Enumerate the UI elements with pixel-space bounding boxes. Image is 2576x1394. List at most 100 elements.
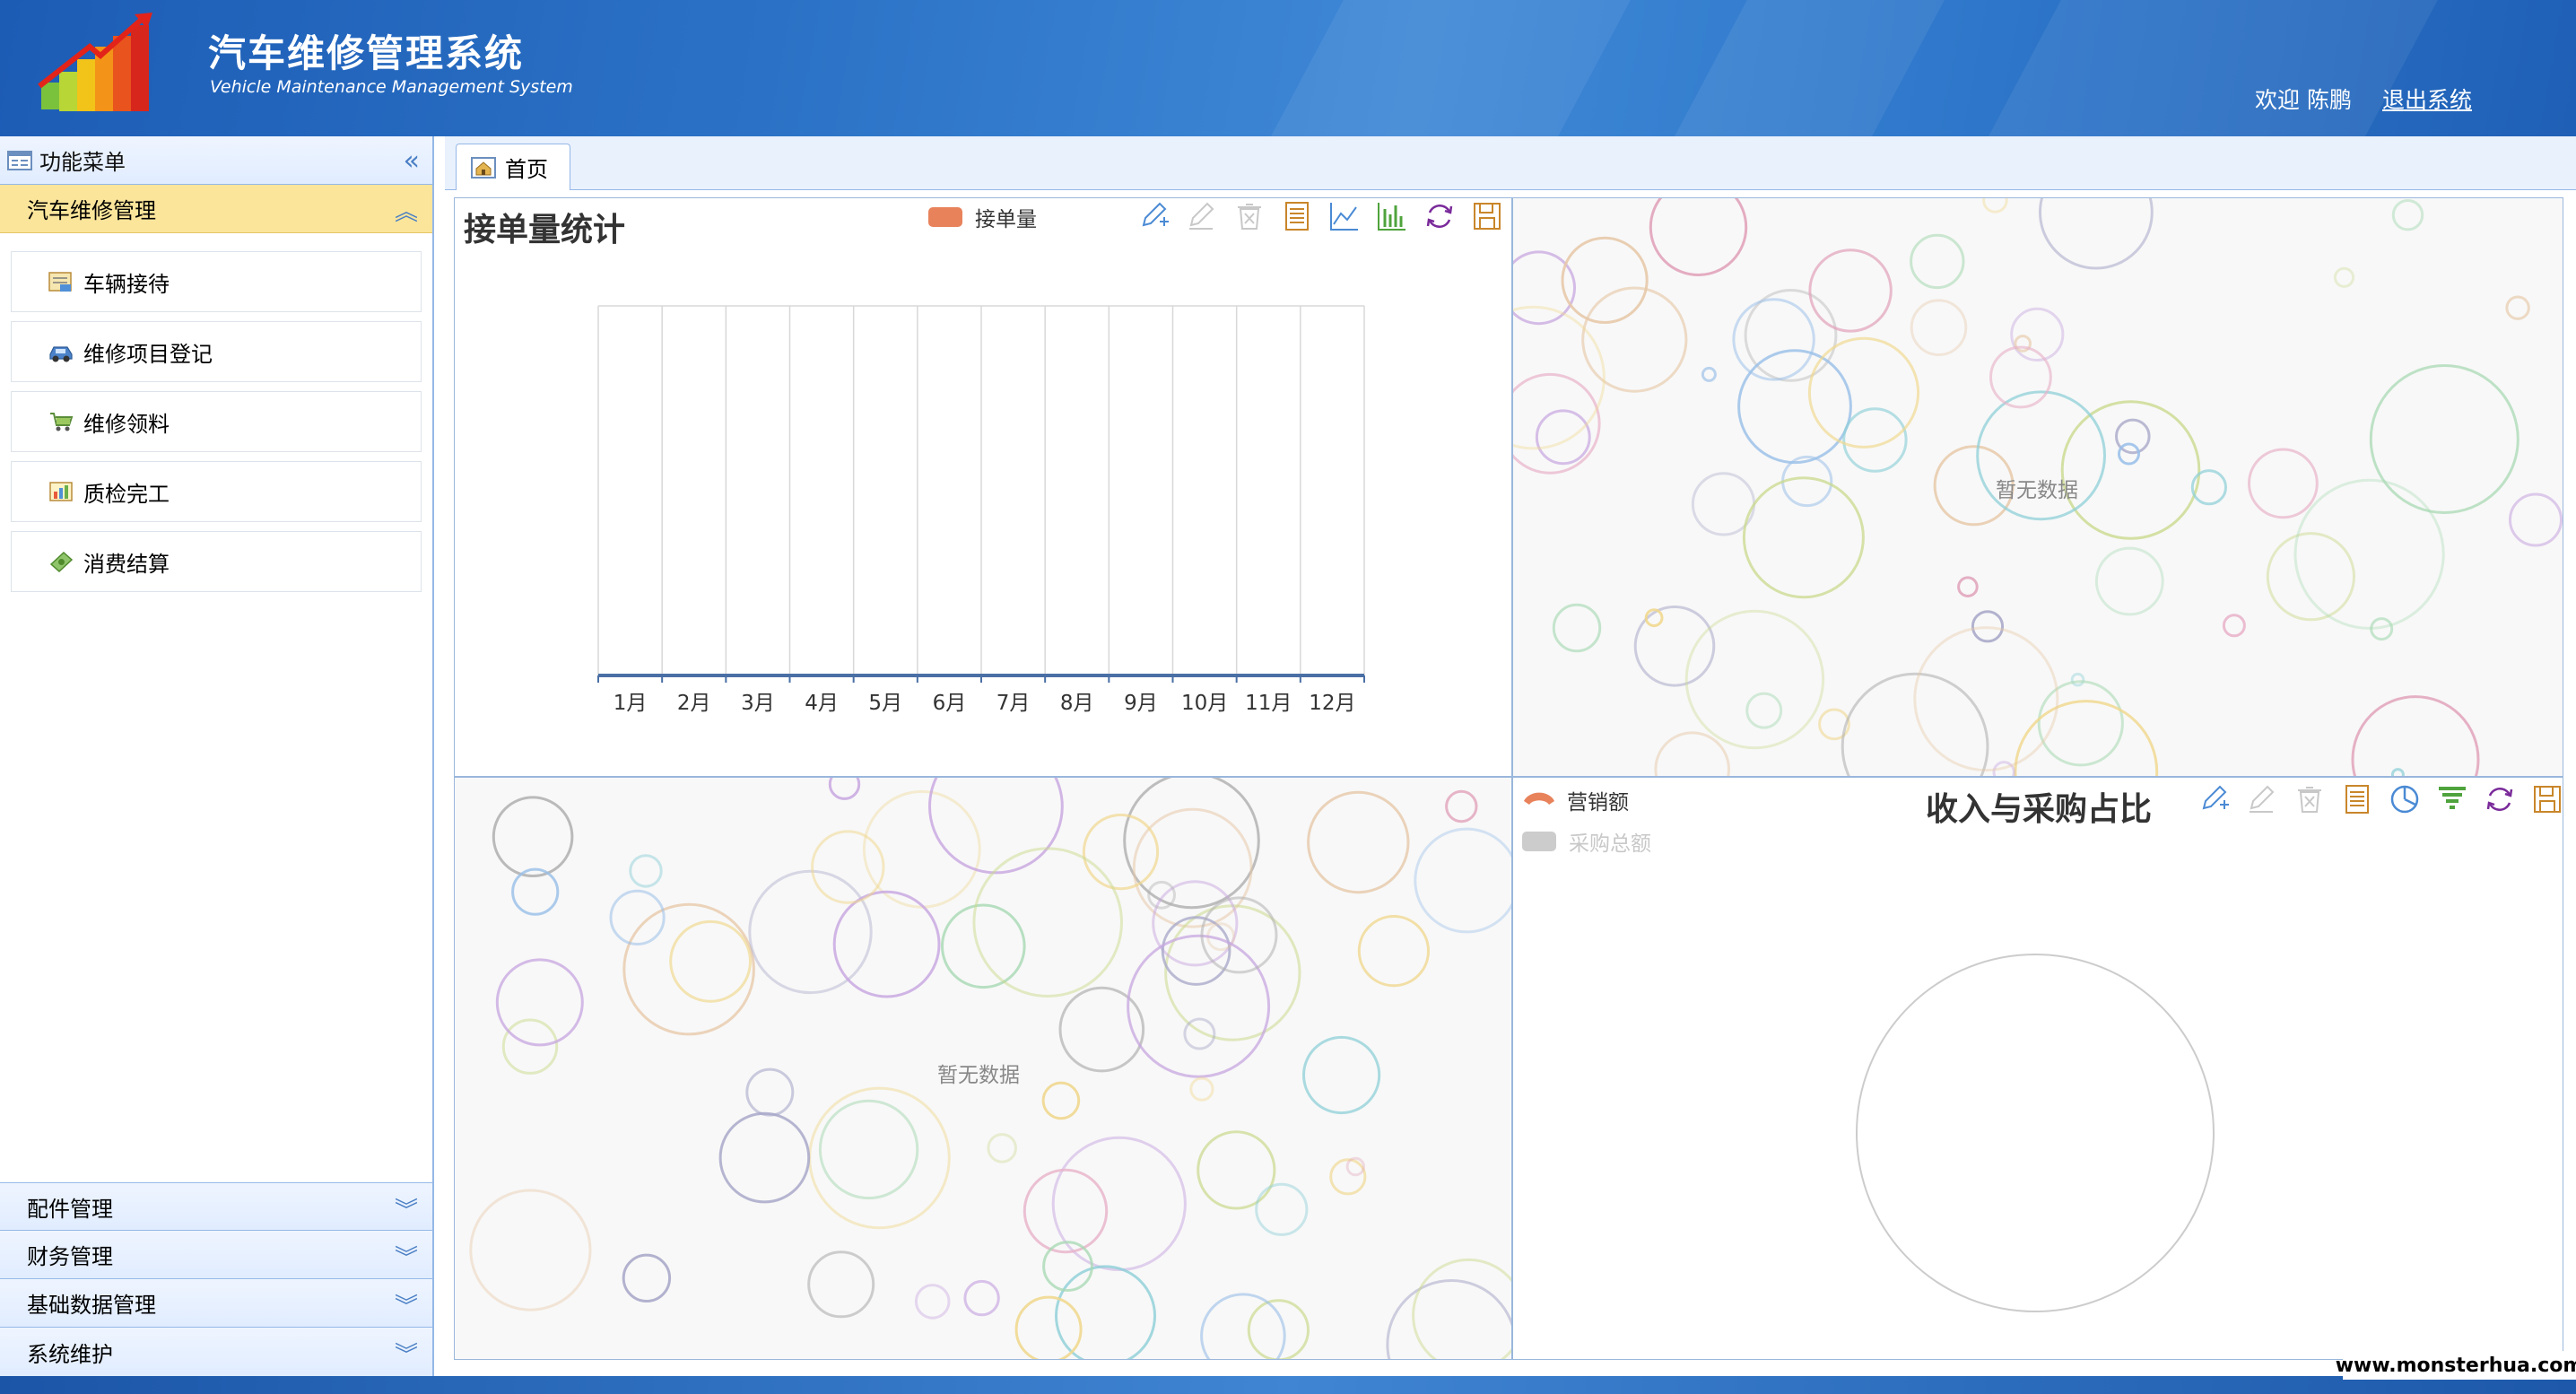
- pie-chart: [1856, 954, 2215, 1312]
- decorative-bubble: [1913, 626, 2059, 772]
- tab-label: 首页: [505, 157, 548, 182]
- chevron-down-icon[interactable]: ︾: [395, 1240, 418, 1273]
- menu-item-repair-registration[interactable]: 维修项目登记: [11, 321, 422, 382]
- decorative-bubble: [1183, 1017, 1216, 1050]
- funnel-icon[interactable]: [2436, 783, 2468, 815]
- decorative-bubble: [1041, 1081, 1081, 1120]
- save-icon[interactable]: [2531, 783, 2563, 815]
- chevron-down-icon[interactable]: ︾: [395, 1288, 418, 1321]
- decorative-bubble: [609, 889, 666, 945]
- decorative-bubble: [1552, 603, 1602, 653]
- accordion-system[interactable]: 系统维护 ︾: [0, 1328, 432, 1376]
- decorative-bubble: [1842, 407, 1908, 473]
- decorative-bubble: [1127, 934, 1271, 1078]
- chevron-down-icon[interactable]: ︾: [395, 1337, 418, 1370]
- legend-item-purchase[interactable]: 采购总额: [1522, 826, 1651, 857]
- decorative-bubble: [1513, 305, 1606, 450]
- menu-item-vehicle-reception[interactable]: 车辆接待: [11, 251, 422, 312]
- decorative-bubble: [1581, 286, 1688, 393]
- decorative-bubble: [1684, 609, 1825, 750]
- decorative-bubble: [1386, 1279, 1511, 1359]
- decorative-bubble: [1910, 299, 1968, 356]
- decorative-bubble: [1414, 827, 1511, 934]
- decorative-bubble: [818, 1099, 919, 1200]
- x-tick-label: 1月: [614, 692, 648, 715]
- home-page-icon: [471, 156, 496, 179]
- refresh-icon[interactable]: [2484, 783, 2516, 815]
- decorative-bubble: [745, 1067, 795, 1117]
- accordion-base-data[interactable]: 基础数据管理 ︾: [0, 1279, 432, 1328]
- trash-icon[interactable]: [2293, 783, 2326, 815]
- decorative-bubble: [748, 869, 873, 995]
- decorative-bubble: [1302, 1035, 1381, 1115]
- decorative-bubble: [622, 1253, 672, 1303]
- decorative-bubble: [1189, 1076, 1214, 1102]
- decorative-bubble: [2333, 266, 2355, 288]
- decorative-bubble: [492, 796, 574, 877]
- decorative-bubble: [1445, 789, 1478, 823]
- pie-chart-icon[interactable]: [2389, 783, 2421, 815]
- x-tick-label: 12月: [1309, 692, 1355, 715]
- decorative-bubble: [1745, 692, 1783, 729]
- legend-label: 营销额: [1567, 791, 1629, 815]
- accordion-vehicle-repair[interactable]: 汽车维修管理 ︽: [0, 185, 432, 233]
- decorative-bubble: [2222, 614, 2246, 638]
- orders-bar-chart: 1月 2月 3月 4月 5月 6月 7月 8月 9月 10月 11月 12月: [597, 305, 1365, 715]
- decorative-bubble: [1255, 1182, 1309, 1236]
- chevron-down-icon[interactable]: ︾: [395, 1192, 418, 1225]
- decorative-bubble: [808, 1086, 951, 1230]
- x-tick-label: 6月: [933, 692, 967, 715]
- welcome-text: 欢迎 陈鹏: [2255, 87, 2352, 113]
- edit-icon[interactable]: [2198, 783, 2231, 815]
- data-view-icon[interactable]: [1281, 200, 1313, 232]
- refresh-icon[interactable]: [1423, 200, 1456, 232]
- decorative-bubble: [2248, 448, 2319, 519]
- decorative-bubble: [1742, 476, 1865, 599]
- logout-link[interactable]: 退出系统: [2382, 83, 2472, 115]
- chevron-up-icon[interactable]: ︽: [395, 194, 418, 227]
- save-icon[interactable]: [1471, 200, 1503, 232]
- eraser-icon[interactable]: [1186, 200, 1218, 232]
- app-title: 汽车维修管理系统: [208, 31, 525, 75]
- accordion-label: 系统维护: [27, 1341, 113, 1367]
- no-data-text: 暂无数据: [937, 1064, 1020, 1087]
- decorative-bubble: [1957, 576, 1979, 598]
- decorative-bubble: [1989, 345, 2052, 409]
- decorative-bubble: [1023, 1168, 1109, 1254]
- decorative-bubble: [1649, 198, 1748, 276]
- edit-icon[interactable]: [1138, 200, 1171, 232]
- collapse-sidebar-icon[interactable]: «: [404, 145, 420, 177]
- eraser-icon[interactable]: [2246, 783, 2278, 815]
- decorative-bubble: [963, 1279, 1000, 1317]
- line-chart-icon[interactable]: [1328, 200, 1361, 232]
- accordion-parts[interactable]: 配件管理 ︾: [0, 1182, 432, 1231]
- decorative-bubble: [669, 919, 753, 1003]
- legend-swatch: [928, 207, 962, 227]
- pie-empty-ring: [1856, 954, 2215, 1312]
- trash-icon[interactable]: [1233, 200, 1266, 232]
- decorative-bubble: [832, 890, 941, 998]
- accordion-label: 基础数据管理: [27, 1293, 156, 1318]
- money-icon: [49, 551, 74, 573]
- menu-item-label: 车辆接待: [83, 271, 170, 297]
- menu-item-checkout[interactable]: 消费结算: [11, 531, 422, 592]
- decorative-bubble: [1654, 731, 1730, 776]
- legend-item-sales[interactable]: 营销额: [1522, 785, 1629, 815]
- menu-item-parts-requisition[interactable]: 维修领料: [11, 391, 422, 452]
- tab-home[interactable]: 首页: [456, 144, 570, 190]
- data-view-icon[interactable]: [2341, 783, 2373, 815]
- bar-chart-icon[interactable]: [1376, 200, 1408, 232]
- sidebar-title: 功能菜单: [39, 150, 126, 175]
- menu-grid-icon: [7, 150, 32, 170]
- x-tick-label: 7月: [996, 692, 1031, 715]
- inspection-chart-icon: [49, 482, 73, 501]
- legend-item-orders[interactable]: 接单量: [928, 202, 1037, 232]
- decorative-bubble: [2369, 364, 2519, 514]
- decorative-bubble: [914, 1284, 951, 1320]
- menu-item-quality-inspection[interactable]: 质检完工: [11, 461, 422, 522]
- accordion-finance[interactable]: 财务管理 ︾: [0, 1231, 432, 1279]
- x-tick-label: 11月: [1245, 692, 1292, 715]
- x-tick-label: 8月: [1060, 692, 1094, 715]
- decorative-bubble: [1055, 1265, 1156, 1359]
- decorative-bubble: [469, 1189, 592, 1311]
